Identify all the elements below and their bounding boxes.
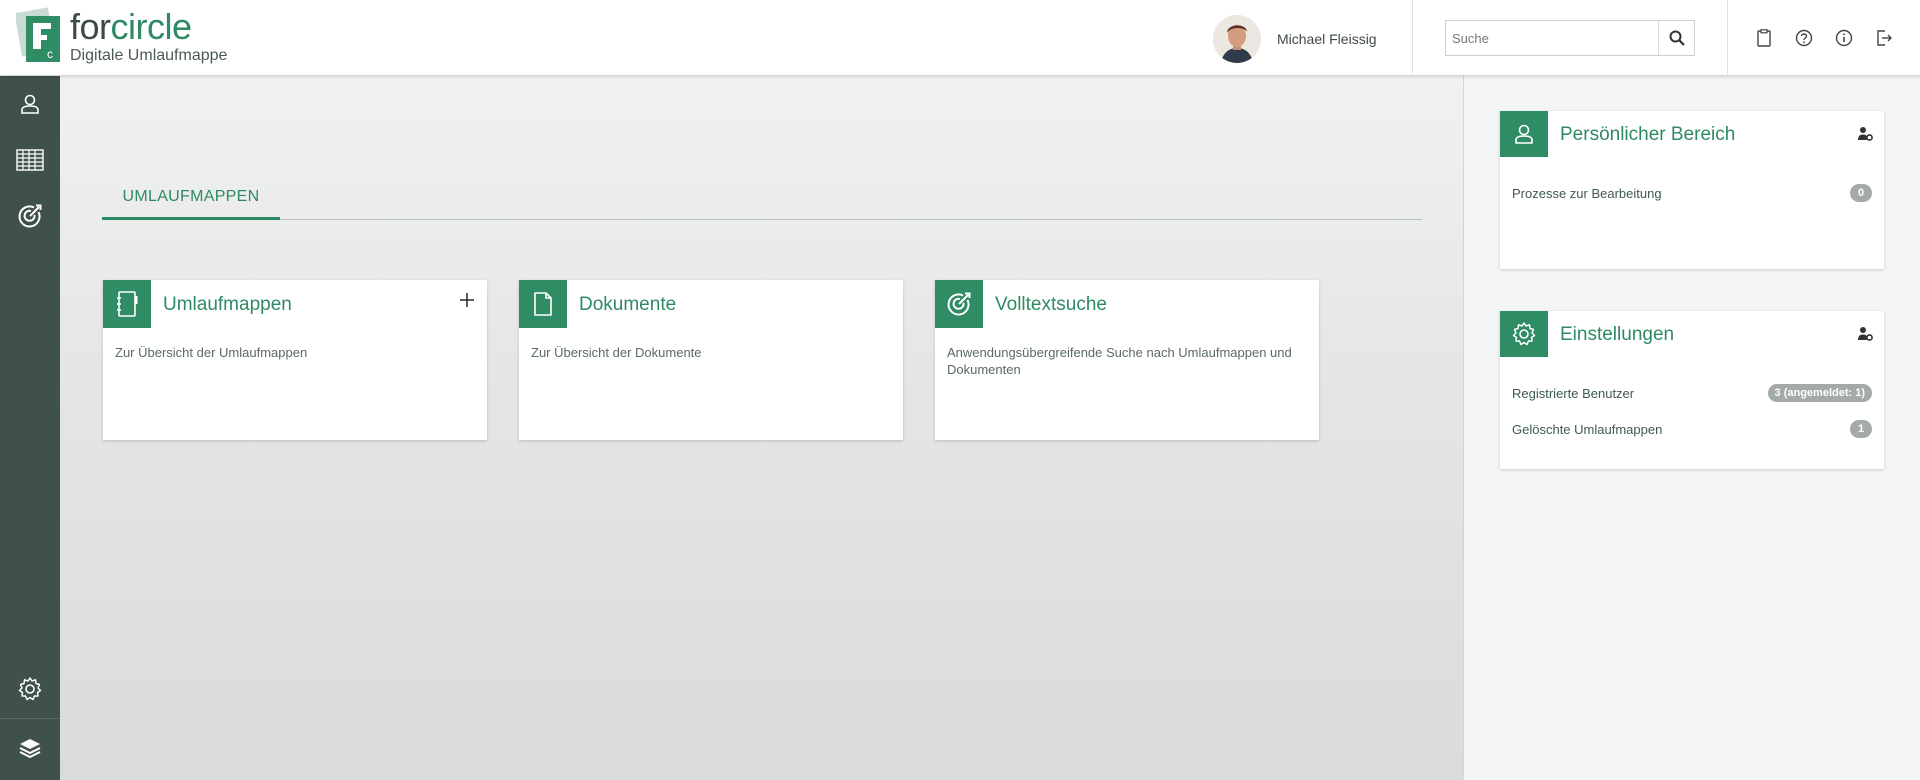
row-label: Gelöschte Umlaufmappen [1512, 421, 1663, 437]
nav-volltextsuche[interactable] [0, 188, 60, 244]
search-button[interactable] [1658, 21, 1694, 55]
nav-umlaufmappen[interactable] [0, 132, 60, 188]
card-volltextsuche[interactable]: Volltextsuche Anwendungsübergreifende Su… [935, 280, 1319, 440]
header-icon-group [1752, 26, 1912, 50]
top-header: c forcircle Digitale Umlaufmappe Michael… [0, 0, 1920, 76]
header-divider [1412, 0, 1413, 76]
search-input[interactable] [1446, 21, 1658, 55]
tab-umlaufmappen[interactable]: UMLAUFMAPPEN [102, 182, 280, 220]
card-umlaufmappen[interactable]: Umlaufmappen Zur Übersicht der Umlaufmap… [103, 280, 487, 440]
layers-icon [19, 739, 41, 759]
brand-subtitle: Digitale Umlaufmappe [70, 47, 228, 64]
brand-name-part2: circle [110, 6, 193, 47]
card-description: Anwendungsübergreifende Suche nach Umlau… [947, 345, 1292, 377]
target-icon [935, 280, 983, 328]
user-profile[interactable]: Michael Fleissig [1213, 14, 1377, 64]
logout-icon[interactable] [1872, 26, 1896, 50]
search-box [1445, 20, 1695, 56]
help-icon[interactable] [1792, 26, 1816, 50]
plus-icon [460, 293, 474, 307]
card-description: Zur Übersicht der Umlaufmappen [115, 345, 308, 360]
user-settings-icon[interactable] [1856, 125, 1874, 143]
card-description: Zur Übersicht der Dokumente [531, 345, 702, 360]
row-geloeschte-umlaufmappen[interactable]: Gelöschte Umlaufmappen 1 [1512, 419, 1872, 439]
clipboard-icon[interactable] [1752, 26, 1776, 50]
card-title: Volltextsuche [995, 294, 1107, 315]
card-title: Umlaufmappen [163, 294, 292, 315]
nav-layers[interactable] [0, 721, 60, 777]
user-icon [21, 94, 39, 114]
row-prozesse[interactable]: Prozesse zur Bearbeitung 0 [1512, 183, 1872, 203]
nav-settings[interactable] [0, 661, 60, 717]
tab-bar: UMLAUFMAPPEN [102, 182, 1422, 220]
nav-personal[interactable] [0, 76, 60, 132]
widget-title: Persönlicher Bereich [1560, 124, 1736, 145]
card-dokumente[interactable]: Dokumente Zur Übersicht der Dokumente [519, 280, 903, 440]
row-label: Registrierte Benutzer [1512, 385, 1635, 401]
settings-icon [18, 677, 42, 701]
forcircle-logo[interactable]: c [14, 6, 68, 66]
left-sidebar [0, 76, 60, 780]
count-badge: 1 [1850, 420, 1872, 438]
brand-name-part1: for [70, 6, 111, 47]
header-divider [1727, 0, 1728, 76]
row-label: Prozesse zur Bearbeitung [1512, 185, 1662, 201]
widget-personal: Persönlicher Bereich Prozesse zur Bearbe… [1500, 111, 1884, 269]
user-settings-icon[interactable] [1856, 325, 1874, 343]
user-name[interactable]: Michael Fleissig [1277, 31, 1377, 47]
info-icon[interactable] [1832, 26, 1856, 50]
search-icon [1669, 30, 1685, 46]
right-panel: Persönlicher Bereich Prozesse zur Bearbe… [1463, 76, 1920, 780]
folder-book-icon [103, 280, 151, 328]
target-icon [18, 204, 42, 228]
widget-title: Einstellungen [1560, 324, 1675, 345]
avatar[interactable] [1213, 15, 1261, 63]
add-umlaufmappe-button[interactable] [457, 290, 477, 310]
brand-name: forcircle [70, 8, 227, 46]
nav-divider [0, 718, 60, 719]
row-registrierte-benutzer[interactable]: Registrierte Benutzer 3 (angemeldet: 1) [1512, 383, 1872, 403]
table-icon [16, 149, 44, 171]
user-icon [1500, 111, 1548, 157]
card-title: Dokumente [579, 294, 677, 315]
count-badge: 0 [1850, 184, 1872, 202]
settings-icon [1500, 311, 1548, 357]
widget-settings: Einstellungen Registrierte Benutzer 3 (a… [1500, 311, 1884, 469]
brand: forcircle Digitale Umlaufmappe [70, 8, 227, 65]
svg-text:c: c [47, 47, 53, 61]
count-badge: 3 (angemeldet: 1) [1767, 384, 1872, 402]
document-icon [519, 280, 567, 328]
main-content: UMLAUFMAPPEN Umlaufmappen Zur Übersicht … [60, 76, 1463, 780]
